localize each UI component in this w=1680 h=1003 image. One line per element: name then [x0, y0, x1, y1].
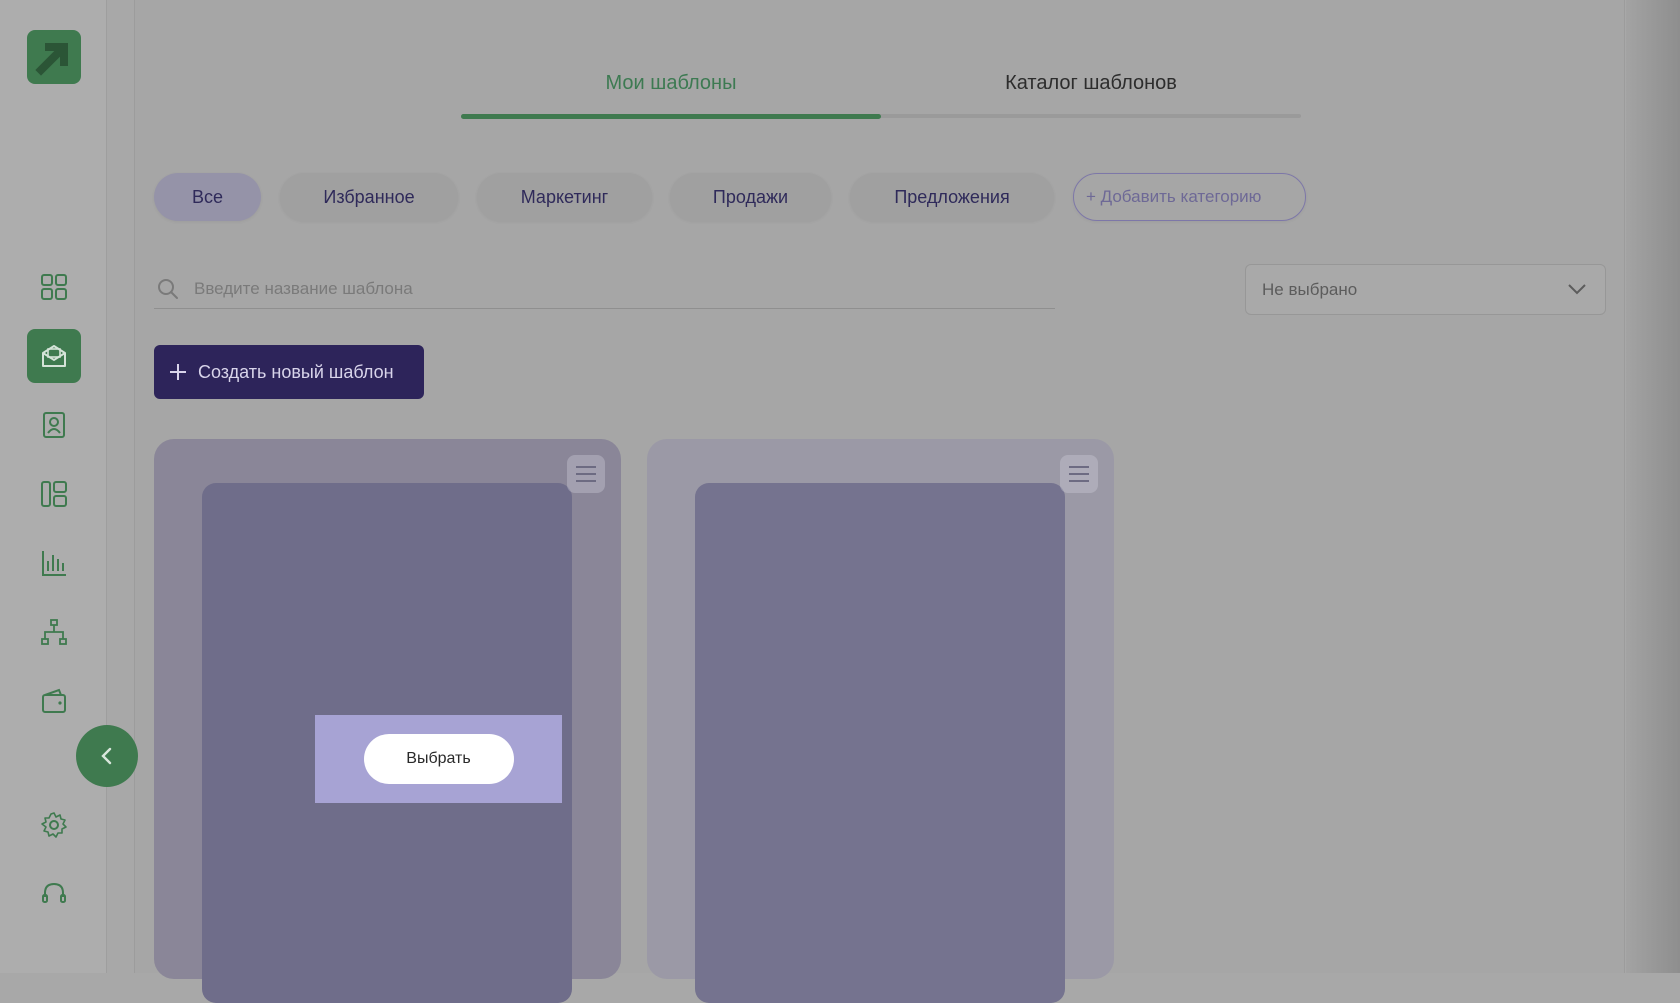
search-bar: [154, 270, 1055, 309]
tab-active-indicator: [461, 114, 881, 119]
sidebar-item-support[interactable]: [27, 867, 81, 921]
layout-icon: [41, 481, 67, 507]
category-chip-favorites[interactable]: Избранное: [280, 173, 458, 221]
wallet-icon: [42, 688, 66, 713]
sidebar-item-templates[interactable]: [27, 329, 81, 383]
search-icon: [158, 279, 178, 299]
search-input[interactable]: [192, 274, 1036, 304]
mail-templates-icon: [42, 345, 66, 367]
add-category-button[interactable]: + Добавить категорию: [1073, 173, 1306, 221]
create-template-button[interactable]: Создать новый шаблон: [154, 345, 424, 399]
sidebar-item-settings[interactable]: [27, 798, 81, 852]
sidebar-item-layout[interactable]: [27, 467, 81, 521]
sidebar-item-wallet[interactable]: [27, 674, 81, 728]
hamburger-menu-icon: [1069, 466, 1089, 482]
dashboard-icon: [41, 274, 67, 300]
contacts-icon: [43, 412, 65, 438]
sidebar: [0, 0, 107, 973]
right-edge: [1626, 0, 1680, 973]
plus-icon: [168, 362, 188, 382]
filter-select-value: Не выбрано: [1262, 280, 1358, 299]
category-chip-marketing[interactable]: Маркетинг: [477, 173, 652, 221]
template-card[interactable]: [647, 439, 1114, 1003]
category-chip-offers[interactable]: Предложения: [850, 173, 1054, 221]
chevron-left-icon: [101, 747, 112, 765]
tab-my-templates[interactable]: Мои шаблоны: [461, 72, 881, 106]
template-card[interactable]: Выбрать: [154, 439, 621, 1003]
support-icon: [42, 882, 66, 903]
sidebar-item-structure[interactable]: [27, 605, 81, 659]
template-hover-overlay: Выбрать: [315, 715, 562, 803]
card-menu-button[interactable]: [567, 455, 605, 493]
sidebar-item-contacts[interactable]: [27, 398, 81, 452]
category-chip-all[interactable]: Все: [154, 173, 261, 221]
logo-arrow-icon: [35, 43, 68, 76]
settings-icon: [41, 812, 67, 838]
sidebar-item-analytics[interactable]: [27, 536, 81, 590]
sidebar-collapse-button[interactable]: [76, 725, 138, 787]
filter-select[interactable]: Не выбрано: [1245, 264, 1606, 315]
sidebar-item-dashboard[interactable]: [27, 260, 81, 314]
logo[interactable]: [27, 30, 81, 84]
hierarchy-icon: [41, 619, 67, 645]
tab-templates-catalog[interactable]: Каталог шаблонов: [881, 72, 1301, 106]
add-category-label: + Добавить категорию: [1086, 187, 1262, 206]
template-preview: Выбрать: [202, 483, 572, 1003]
analytics-icon: [42, 551, 66, 576]
select-template-button[interactable]: Выбрать: [363, 734, 514, 784]
create-template-label: Создать новый шаблон: [198, 361, 394, 382]
category-chip-sales[interactable]: Продажи: [670, 173, 831, 221]
template-preview: [695, 483, 1065, 1003]
hamburger-menu-icon: [576, 466, 596, 482]
chevron-down-icon: [1568, 284, 1586, 295]
card-menu-button[interactable]: [1060, 455, 1098, 493]
